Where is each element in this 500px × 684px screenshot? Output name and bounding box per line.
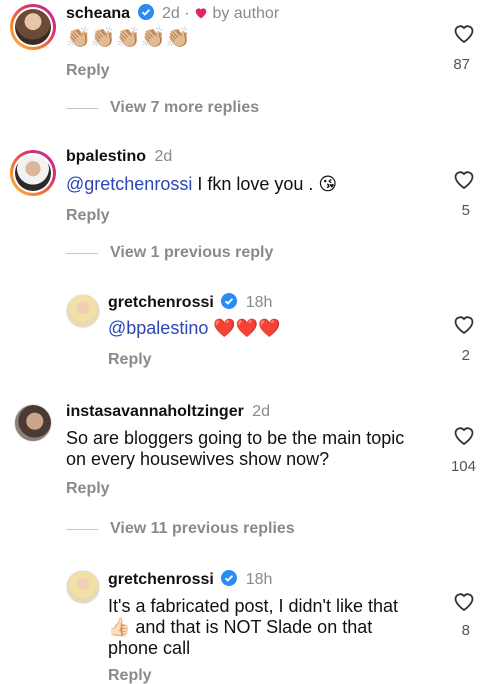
comment-text: So are bloggers going to be the main top…	[66, 428, 436, 470]
avatar[interactable]	[66, 570, 100, 604]
avatar[interactable]	[10, 4, 56, 50]
view-previous-reply-button[interactable]: View 1 previous reply	[110, 244, 273, 262]
comment-text: 👏🏼👏🏼👏🏼👏🏼👏🏼	[66, 27, 191, 49]
username[interactable]: gretchenrossi	[108, 294, 214, 311]
username[interactable]: scheana	[66, 5, 130, 22]
reply-button[interactable]: Reply	[66, 480, 110, 498]
like-count: 8	[461, 622, 470, 639]
comment-body: I fkn love you . 😘	[192, 174, 338, 194]
like-count: 87	[453, 56, 470, 73]
like-heart-icon[interactable]	[452, 22, 476, 44]
comment-header: bpalestino 2d	[66, 148, 172, 166]
comment-header: instasavannaholtzinger 2d	[66, 403, 270, 421]
username[interactable]: instasavannaholtzinger	[66, 403, 244, 420]
timestamp: 18h	[245, 294, 273, 311]
comment-line: on every housewives show now?	[66, 449, 330, 469]
comment-line: So are bloggers going to be the main top…	[66, 428, 405, 448]
comment-header: scheana 2d · by author	[66, 4, 279, 23]
author-heart-icon	[195, 8, 207, 19]
reply-button[interactable]: Reply	[108, 667, 152, 684]
comment-text: @bpalestino ❤️❤️❤️	[108, 318, 281, 339]
reply-button[interactable]: Reply	[108, 351, 152, 369]
reply-button[interactable]: Reply	[66, 62, 110, 80]
timestamp: 2d	[252, 403, 271, 420]
like-count: 2	[461, 347, 470, 364]
divider	[66, 529, 98, 530]
comment-text: @gretchenrossi I fkn love you . 😘	[66, 174, 337, 195]
like-count: 104	[450, 458, 476, 475]
timestamp: 18h	[245, 571, 273, 588]
like-heart-icon[interactable]	[452, 424, 476, 446]
username[interactable]: gretchenrossi	[108, 571, 214, 588]
by-author-label: by author	[212, 5, 280, 22]
verified-badge-icon	[221, 570, 238, 586]
mention-link[interactable]: @bpalestino	[108, 318, 208, 338]
username[interactable]: bpalestino	[66, 148, 146, 165]
reply-button[interactable]: Reply	[66, 207, 110, 225]
comment-header: gretchenrossi 18h	[108, 293, 272, 312]
verified-badge-icon	[221, 293, 238, 309]
avatar[interactable]	[14, 404, 52, 442]
like-heart-icon[interactable]	[452, 590, 476, 612]
comment-line: phone call	[108, 638, 191, 658]
timestamp: 2d	[161, 5, 180, 22]
mention-link[interactable]: @gretchenrossi	[66, 174, 192, 194]
like-count: 5	[461, 202, 470, 219]
timestamp: 2d	[154, 148, 173, 165]
divider	[66, 108, 98, 109]
comment-text: It's a fabricated post, I didn't like th…	[108, 596, 438, 659]
comment-line: It's a fabricated post, I didn't like th…	[108, 596, 399, 616]
view-previous-replies-button[interactable]: View 11 previous replies	[110, 520, 295, 538]
separator-dot: ·	[184, 5, 194, 22]
divider	[66, 253, 98, 254]
like-heart-icon[interactable]	[452, 168, 476, 190]
avatar[interactable]	[10, 150, 56, 196]
verified-badge-icon	[137, 4, 154, 20]
comment-body: ❤️❤️❤️	[208, 318, 281, 338]
like-heart-icon[interactable]	[452, 313, 476, 335]
view-more-replies-button[interactable]: View 7 more replies	[110, 99, 259, 117]
comment-line: 👍🏻 and that is NOT Slade on that	[108, 617, 373, 637]
avatar[interactable]	[66, 294, 100, 328]
comment-header: gretchenrossi 18h	[108, 570, 272, 589]
